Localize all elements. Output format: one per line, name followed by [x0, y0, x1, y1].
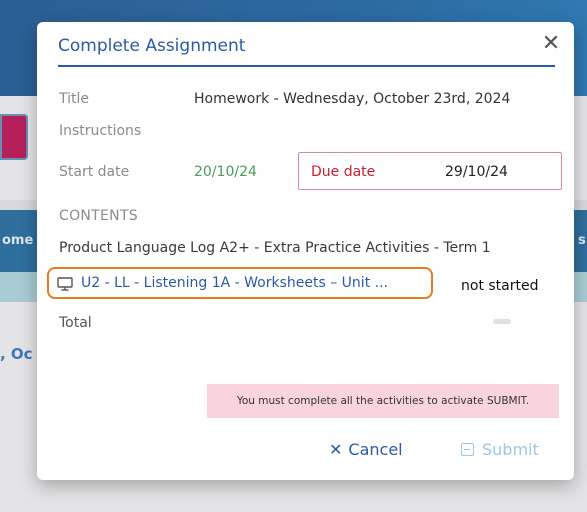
submit-button-label: Submit — [482, 440, 539, 459]
close-icon: ✕ — [329, 440, 343, 459]
due-date-value: 29/10/24 — [445, 164, 508, 180]
close-icon[interactable]: ✕ — [540, 32, 562, 56]
header-divider — [58, 65, 555, 67]
contents-heading: CONTENTS — [59, 208, 138, 224]
complete-assignment-dialog: Complete Assignment ✕ Title Homework - W… — [37, 22, 574, 480]
submit-button[interactable]: Submit — [461, 440, 539, 459]
activity-link[interactable]: U2 - LL - Listening 1A - Worksheets – Un… — [81, 275, 388, 291]
cancel-button-label: Cancel — [348, 440, 403, 459]
start-date-value: 20/10/24 — [194, 164, 257, 180]
total-progress-bar — [493, 319, 511, 324]
due-date-box: Due date 29/10/24 — [298, 152, 562, 190]
total-label: Total — [59, 315, 92, 331]
background-button — [0, 114, 28, 160]
product-title: Product Language Log A2+ - Extra Practic… — [59, 240, 491, 256]
monitor-icon — [57, 277, 73, 291]
submit-notice: You must complete all the activities to … — [207, 384, 559, 418]
dialog-header: Complete Assignment ✕ — [37, 22, 574, 67]
background-text-fragment: s — [578, 233, 586, 248]
title-value: Homework - Wednesday, October 23rd, 2024 — [194, 91, 511, 107]
background-link-fragment: , Oc — [0, 345, 33, 363]
title-label: Title — [59, 91, 90, 107]
due-date-label: Due date — [311, 164, 376, 180]
dialog-title: Complete Assignment — [58, 36, 246, 56]
start-date-label: Start date — [59, 164, 130, 180]
instructions-label: Instructions — [59, 123, 142, 139]
background-text-fragment: ome — [2, 233, 34, 248]
activity-status: not started — [461, 278, 539, 294]
activity-item[interactable]: U2 - LL - Listening 1A - Worksheets – Un… — [47, 267, 433, 299]
cancel-button[interactable]: ✕ Cancel — [329, 440, 403, 459]
submit-icon — [461, 443, 474, 456]
